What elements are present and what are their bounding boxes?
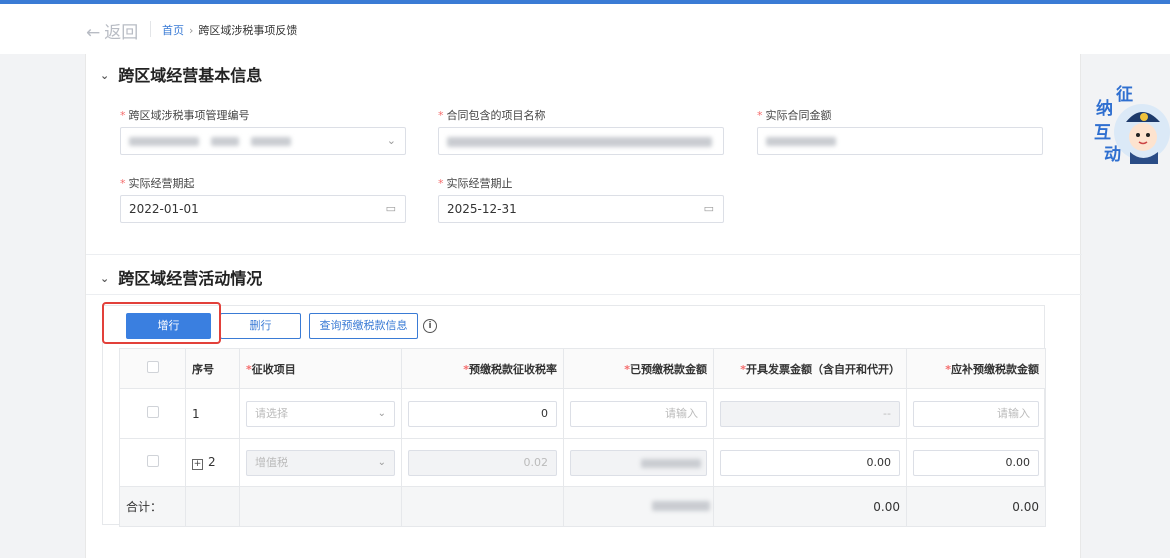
rate-cell: 0.02 bbox=[401, 438, 564, 487]
badge-char: 动 bbox=[1104, 145, 1121, 165]
row-seq-cell: +2 bbox=[185, 438, 240, 487]
back-button[interactable]: ← 返回 bbox=[86, 18, 138, 43]
redacted-value bbox=[766, 137, 836, 146]
contract-amount-input[interactable] bbox=[757, 127, 1043, 155]
prepaid-cell bbox=[563, 438, 714, 487]
badge-char: 征 bbox=[1116, 84, 1133, 105]
col-item: *征收项目 bbox=[239, 348, 402, 389]
breadcrumb-current: 跨区域涉税事项反馈 bbox=[198, 24, 298, 37]
chevron-down-icon: ⌄ bbox=[377, 407, 386, 419]
breadcrumb-home[interactable]: 首页 bbox=[162, 24, 184, 37]
redacted-value bbox=[211, 137, 239, 146]
prepaid-cell: 请输入 bbox=[563, 388, 714, 439]
section-toggle-basic-info[interactable]: ⌄ 跨区域经营基本信息 bbox=[100, 62, 262, 86]
summary-empty bbox=[401, 486, 564, 527]
chevron-down-icon: ⌄ bbox=[100, 272, 110, 285]
table-row: +2 增值税 ⌄ 0.02 0.00 0.00 bbox=[119, 438, 1046, 487]
col-prepaid: *已预缴税款金额 bbox=[563, 348, 714, 389]
start-date-picker[interactable]: 2022-01-01 ▭ bbox=[120, 195, 406, 223]
row-checkbox-cell bbox=[119, 388, 186, 439]
invoice-input: -- bbox=[720, 400, 900, 427]
prepaid-input bbox=[570, 449, 707, 476]
mascot-icon: 征 纳 互 动 bbox=[1094, 84, 1170, 165]
query-prepaid-button[interactable]: 查询预缴税款信息 bbox=[309, 313, 418, 339]
item-cell: 增值税 ⌄ bbox=[239, 438, 402, 487]
delete-row-button[interactable]: 删行 bbox=[220, 313, 301, 339]
interaction-badge[interactable]: 征 纳 互 动 bbox=[1090, 82, 1170, 168]
chevron-right-icon: › bbox=[189, 24, 194, 37]
section-divider bbox=[86, 254, 1082, 255]
calendar-icon: ▭ bbox=[703, 202, 714, 215]
summary-empty bbox=[239, 486, 402, 527]
redacted-value bbox=[447, 137, 712, 147]
badge-char: 互 bbox=[1094, 123, 1111, 143]
calendar-icon: ▭ bbox=[385, 202, 396, 215]
header-separator bbox=[150, 21, 151, 37]
highlight-box bbox=[102, 302, 221, 344]
chevron-down-icon: ⌄ bbox=[377, 456, 386, 468]
rate-cell: 0 bbox=[401, 388, 564, 439]
summary-row: 合计： 0.00 0.00 bbox=[119, 486, 1046, 527]
item-select: 增值税 ⌄ bbox=[246, 449, 395, 476]
item-select[interactable]: 请选择 ⌄ bbox=[246, 400, 395, 427]
mgmt-no-select[interactable]: ⌄ bbox=[120, 127, 406, 155]
invoice-cell: 0.00 bbox=[713, 438, 907, 487]
section-title-basic-info: 跨区域经营基本信息 bbox=[118, 66, 263, 85]
redacted-value bbox=[251, 137, 291, 146]
mgmt-no-label: * 跨区域涉税事项管理编号 bbox=[120, 109, 250, 122]
redacted-value bbox=[652, 501, 710, 511]
rate-input: 0.02 bbox=[408, 449, 557, 476]
col-due: *应补预缴税款金额 bbox=[906, 348, 1046, 389]
col-rate: *预缴税款征收税率 bbox=[401, 348, 564, 389]
chevron-down-icon: ⌄ bbox=[386, 134, 396, 147]
redacted-value bbox=[129, 137, 199, 146]
select-all-checkbox[interactable] bbox=[146, 361, 159, 373]
badge-char: 纳 bbox=[1096, 98, 1113, 119]
page-header: ← 返回 首页 › 跨区域涉税事项反馈 bbox=[0, 4, 1170, 54]
arrow-left-icon: ← bbox=[86, 23, 101, 43]
due-cell: 0.00 bbox=[906, 438, 1046, 487]
summary-empty bbox=[185, 486, 240, 527]
summary-prepaid bbox=[563, 486, 714, 527]
rate-input[interactable]: 0 bbox=[408, 400, 557, 427]
back-label: 返回 bbox=[104, 23, 139, 43]
start-date-label: * 实际经营期起 bbox=[120, 177, 195, 190]
prepaid-input[interactable]: 请输入 bbox=[570, 400, 707, 427]
project-name-label: * 合同包含的项目名称 bbox=[438, 109, 546, 122]
table-row: 1 请选择 ⌄ 0 请输入 -- 请输入 bbox=[119, 388, 1046, 439]
summary-invoice: 0.00 bbox=[713, 486, 907, 527]
col-seq: 序号 bbox=[185, 348, 240, 389]
row-seq: 2 bbox=[208, 455, 216, 469]
due-cell: 请输入 bbox=[906, 388, 1046, 439]
summary-due: 0.00 bbox=[906, 486, 1046, 527]
start-date-value: 2022-01-01 bbox=[129, 202, 199, 216]
section-toggle-activity[interactable]: ⌄ 跨区域经营活动情况 bbox=[100, 265, 262, 289]
breadcrumb: 首页 › 跨区域涉税事项反馈 bbox=[162, 22, 297, 38]
info-icon[interactable]: i bbox=[423, 319, 437, 333]
activity-table: 序号 *征收项目 *预缴税款征收税率 *已预缴税款金额 *开具发票金额（含自开和… bbox=[119, 348, 1046, 527]
col-invoice: *开具发票金额（含自开和代开） bbox=[713, 348, 907, 389]
project-name-input[interactable] bbox=[438, 127, 724, 155]
row-checkbox[interactable] bbox=[146, 406, 159, 418]
row-checkbox-cell bbox=[119, 438, 186, 487]
due-input[interactable]: 请输入 bbox=[913, 400, 1039, 427]
table-header-row: 序号 *征收项目 *预缴税款征收税率 *已预缴税款金额 *开具发票金额（含自开和… bbox=[119, 348, 1046, 389]
invoice-cell: -- bbox=[713, 388, 907, 439]
row-checkbox[interactable] bbox=[146, 455, 159, 467]
row-seq: 1 bbox=[185, 388, 240, 439]
section-divider bbox=[86, 294, 1082, 295]
summary-label: 合计： bbox=[119, 486, 186, 527]
invoice-input[interactable]: 0.00 bbox=[720, 449, 900, 476]
end-date-picker[interactable]: 2025-12-31 ▭ bbox=[438, 195, 724, 223]
end-date-value: 2025-12-31 bbox=[447, 202, 517, 216]
chevron-down-icon: ⌄ bbox=[100, 69, 110, 82]
section-title-activity: 跨区域经营活动情况 bbox=[118, 269, 263, 288]
redacted-value bbox=[641, 458, 701, 468]
contract-amount-label: * 实际合同金额 bbox=[757, 109, 832, 122]
due-input[interactable]: 0.00 bbox=[913, 449, 1039, 476]
select-all-cell bbox=[119, 348, 186, 389]
end-date-label: * 实际经营期止 bbox=[438, 177, 513, 190]
expand-icon[interactable]: + bbox=[192, 459, 203, 470]
item-cell: 请选择 ⌄ bbox=[239, 388, 402, 439]
